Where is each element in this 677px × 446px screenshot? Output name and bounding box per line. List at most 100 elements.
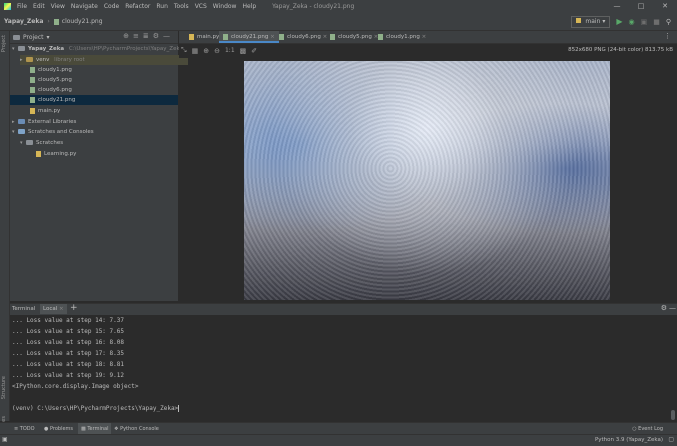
gear-icon[interactable]: ⚙ <box>153 32 163 40</box>
scratches-icon <box>18 129 25 134</box>
image-file-icon <box>30 66 35 73</box>
menu-navigate[interactable]: Navigate <box>71 3 98 10</box>
lock-icon[interactable]: ▢ <box>668 436 674 443</box>
image-file-icon <box>30 76 35 83</box>
menu-run[interactable]: Run <box>156 3 168 10</box>
tree-item-cloudy6[interactable]: cloudy6.png <box>30 85 72 95</box>
event-log-icon: ○ <box>632 426 637 432</box>
chevron-right-icon: › <box>47 18 50 25</box>
menu-tools[interactable]: Tools <box>174 3 189 10</box>
breadcrumb: Yapay_Zeka › cloudy21.png <box>4 13 103 30</box>
tree-item-cloudy1[interactable]: cloudy1.png <box>30 65 72 75</box>
image-file-icon <box>30 86 35 93</box>
python-file-icon <box>36 150 41 157</box>
collapse-icon[interactable]: ≡ <box>133 32 143 40</box>
tab-cloudy1[interactable]: cloudy1.png × <box>374 31 430 43</box>
tree-item-label: Scratches and Consoles <box>28 129 94 135</box>
tab-label: Local <box>43 306 58 312</box>
tab-label: cloudy6.png <box>287 34 321 40</box>
tree-item-learning-py[interactable]: Learning.py <box>36 149 76 159</box>
project-tool-tab[interactable]: Project <box>1 35 7 52</box>
image-info: 852x680 PNG (24-bit color) 813.75 kB <box>568 47 673 53</box>
tree-item-cloudy5[interactable]: cloudy5.png <box>30 75 72 85</box>
tree-item-main-py[interactable]: main.py <box>30 106 60 116</box>
breadcrumb-project[interactable]: Yapay_Zeka <box>4 18 43 25</box>
locate-icon[interactable]: ⊕ <box>123 32 133 40</box>
terminal-output[interactable]: ... Loss value at step 14: 7.37 ... Loss… <box>10 315 669 422</box>
tree-item-cloudy21[interactable]: cloudy21.png <box>10 95 178 105</box>
chessboard-icon[interactable]: ▩ <box>240 47 247 55</box>
menu-edit[interactable]: Edit <box>33 3 45 10</box>
project-panel: Project ▾ ⊕≡≣⚙— ▾ Yapay_Zeka C:\Users\HP\… <box>10 31 188 301</box>
tab-menu-icon[interactable]: ⋮ <box>664 32 671 40</box>
zoom-in-icon[interactable]: ⊕ <box>203 47 209 55</box>
folder-icon <box>13 34 20 40</box>
tree-item-external-libraries[interactable]: ▸ External Libraries <box>12 117 76 127</box>
color-picker-icon[interactable]: ✐ <box>251 47 257 55</box>
project-panel-title[interactable]: Project <box>23 34 44 41</box>
structure-tool-tab[interactable]: Structure <box>1 376 7 399</box>
maximize-icon[interactable]: □ <box>629 0 653 13</box>
menu-refactor[interactable]: Refactor <box>125 3 150 10</box>
python-interpreter[interactable]: Python 3.9 (Yapay_Zeka) <box>595 437 663 443</box>
left-tool-stripe: Project Structure Favorites <box>0 31 10 439</box>
tab-local[interactable]: Local × <box>40 304 67 314</box>
tree-item-scratches-consoles[interactable]: ▾ Scratches and Consoles <box>12 127 94 137</box>
grid-icon[interactable]: ▦ <box>192 47 199 55</box>
hide-icon[interactable]: — <box>669 304 676 312</box>
tree-item-path: C:\Users\HP\PycharmProjects\Yapay_Zeka <box>68 46 183 52</box>
coverage-icon[interactable]: ▣ <box>641 18 648 26</box>
folder-icon <box>26 57 33 62</box>
tool-tab-label: Terminal <box>87 426 109 432</box>
tab-label: cloudy5.png <box>338 34 372 40</box>
terminal-scrollbar[interactable] <box>669 315 677 422</box>
actual-size-button[interactable]: 1:1 <box>225 47 235 54</box>
expand-icon[interactable]: ≣ <box>143 32 153 40</box>
image-file-icon <box>279 33 284 40</box>
tool-windows-icon[interactable]: ▣ <box>2 436 8 443</box>
stop-icon[interactable]: ■ <box>653 18 660 26</box>
tool-tab-label: Event Log <box>638 426 663 432</box>
search-icon[interactable]: ⚲ <box>666 18 671 26</box>
menu-help[interactable]: Help <box>242 3 256 10</box>
close-icon[interactable]: × <box>422 34 427 40</box>
tree-item-project-root[interactable]: ▾ Yapay_Zeka C:\Users\HP\PycharmProjects\… <box>12 44 183 54</box>
gear-icon[interactable]: ⚙ <box>661 304 667 312</box>
scrollbar-thumb[interactable] <box>671 410 675 420</box>
tree-item-scratches[interactable]: ▾ Scratches <box>20 138 63 148</box>
tree-item-venv[interactable]: ▸ venv library root <box>20 55 188 65</box>
minimize-icon[interactable]: — <box>605 0 629 13</box>
terminal-prompt: (venv) C:\Users\HP\PycharmProjects\Yapay… <box>12 405 179 412</box>
add-terminal-icon[interactable]: + <box>70 303 78 313</box>
menu-code[interactable]: Code <box>104 3 119 10</box>
close-icon[interactable]: × <box>59 306 64 312</box>
zoom-out-icon[interactable]: ⊖ <box>214 47 220 55</box>
tree-item-label: External Libraries <box>28 119 77 125</box>
debug-icon[interactable]: ◉ <box>629 18 635 26</box>
menu-file[interactable]: File <box>17 3 27 10</box>
tab-cloudy6[interactable]: cloudy6.png × <box>275 31 331 43</box>
run-icon[interactable]: ▶ <box>616 17 622 26</box>
run-config-select[interactable]: main ▾ <box>571 15 611 28</box>
terminal-line: ... Loss value at step 14: 7.37 <box>12 317 124 324</box>
python-file-icon <box>189 33 194 40</box>
tab-cloudy21[interactable]: cloudy21.png × <box>219 31 279 43</box>
menu-window[interactable]: Window <box>213 3 237 10</box>
fit-to-window-icon[interactable]: ⤡ <box>181 46 187 55</box>
chevron-down-icon: ▾ <box>602 17 606 25</box>
tree-item-label: cloudy1.png <box>38 67 72 73</box>
tab-label: cloudy21.png <box>231 34 269 40</box>
close-icon[interactable]: ✕ <box>653 0 677 13</box>
tree-item-label: main.py <box>38 108 61 114</box>
image-file-icon <box>378 33 383 40</box>
chevron-down-icon: ▾ <box>46 33 50 41</box>
image-preview <box>244 61 610 300</box>
hide-icon[interactable]: — <box>163 32 174 40</box>
project-panel-header: Project ▾ ⊕≡≣⚙— <box>10 31 178 44</box>
menu-vcs[interactable]: VCS <box>195 3 207 10</box>
breadcrumb-file[interactable]: cloudy21.png <box>62 18 103 25</box>
menu-view[interactable]: View <box>51 3 65 10</box>
tree-item-label: Scratches <box>36 140 64 146</box>
terminal-title: Terminal <box>12 306 36 312</box>
title-bar: File Edit View Navigate Code Refactor Ru… <box>0 0 677 13</box>
